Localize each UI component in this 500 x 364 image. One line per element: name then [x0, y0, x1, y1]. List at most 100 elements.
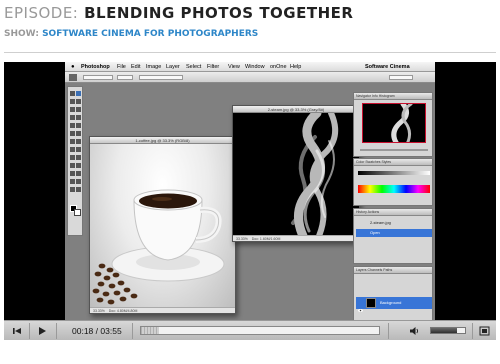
tool-icon [70, 139, 75, 144]
volume-slider[interactable] [430, 327, 466, 334]
menu-layer: Layer [166, 64, 180, 70]
header-divider [4, 52, 496, 53]
tool-icon [76, 115, 81, 120]
time-separator: / [95, 326, 99, 336]
tool-icon [76, 139, 81, 144]
coffee-document-window: 1-coffee.jpg @ 33.3% (RGB/8) 33.33% Doc:… [89, 136, 236, 314]
tool-icon [70, 115, 75, 120]
history-tabs: History Actions [354, 209, 432, 216]
control-divider [472, 323, 473, 339]
history-step-open: Open [356, 229, 432, 237]
video-player[interactable]: ● Photoshop File Edit Image Layer Select… [4, 62, 496, 340]
menu-file: File [117, 64, 126, 70]
layer-background-name: Background [380, 300, 402, 305]
menu-edit: Edit [131, 64, 141, 70]
tool-icon [76, 179, 81, 184]
coffee-doc-info: Doc: 4.80M/4.80M [108, 309, 138, 313]
eye-icon [358, 300, 363, 312]
tool-icon [76, 107, 81, 112]
steam-window-title: 2-steam.jpg @ 33.3% (Gray/8#) [233, 106, 359, 113]
tool-icon [70, 179, 75, 184]
apple-menu-icon: ● [71, 64, 75, 70]
time-readout: 00:18 / 03:55 [72, 326, 122, 336]
tool-icon [76, 99, 81, 104]
control-divider [132, 323, 133, 339]
background-color-swatch [74, 209, 81, 216]
menu-view: View [228, 64, 240, 70]
menu-select: Select [186, 64, 202, 70]
navigator-preview-image [391, 104, 413, 142]
play-icon [39, 327, 46, 335]
transform-controls-option [139, 75, 183, 80]
options-bar [65, 72, 435, 83]
progress-fill [141, 327, 160, 334]
menu-help: Help [290, 64, 302, 70]
mac-menubar: ● Photoshop File Edit Image Layer Select… [65, 62, 435, 72]
color-spectrum [358, 185, 430, 193]
time-total: 03:55 [100, 326, 122, 336]
video-frame[interactable]: ● Photoshop File Edit Image Layer Select… [65, 62, 435, 340]
speaker-icon [410, 327, 419, 335]
color-tabs: Color Swatches Styles [354, 159, 432, 166]
show-title-link[interactable]: SOFTWARE CINEMA FOR PHOTOGRAPHERS [42, 29, 258, 39]
auto-select-option [83, 75, 113, 80]
time-current: 00:18 [72, 326, 94, 336]
layer-thumbnail [366, 298, 376, 308]
show-label: SHOW: [4, 29, 39, 39]
coffee-window-title: 1-coffee.jpg @ 33.3% (RGB/8) [90, 137, 235, 144]
tool-icon [76, 91, 81, 96]
menu-image: Image [146, 64, 162, 70]
progress-bar[interactable] [140, 326, 380, 335]
mute-button[interactable] [404, 321, 424, 341]
color-slider-gray [358, 171, 430, 175]
navigator-zoom-slider [360, 149, 428, 151]
tool-icon [76, 131, 81, 136]
steam-status-bar: 33.33% Doc: 1.60M/1.60M [233, 235, 359, 241]
volume-level [431, 328, 457, 333]
coffee-cup-image [92, 189, 225, 305]
tool-icon [70, 99, 75, 104]
menu-onone: onOne [270, 64, 287, 70]
show-line: SHOW: SOFTWARE CINEMA FOR PHOTOGRAPHERS [4, 29, 496, 39]
episode-title: BLENDING PHOTOS TOGETHER [84, 4, 354, 22]
menu-filter: Filter [207, 64, 220, 70]
episode-label: EPISODE: [4, 4, 79, 22]
episode-header: EPISODE: BLENDING PHOTOS TOGETHER SHOW: … [4, 4, 496, 39]
fullscreen-icon [479, 326, 489, 336]
fullscreen-button[interactable] [474, 321, 494, 341]
tool-icon [70, 131, 75, 136]
skip-back-button[interactable] [6, 321, 28, 341]
tool-icon [76, 147, 81, 152]
tools-panel [67, 86, 83, 236]
coffee-status-bar: 33.33% Doc: 4.80M/4.80M [90, 307, 235, 313]
group-dropdown [117, 75, 133, 80]
workspace-dropdown [389, 75, 413, 80]
layers-tabs: Layers Channels Paths [354, 267, 432, 274]
steam-photo [233, 113, 359, 236]
coffee-zoom: 33.33% [93, 309, 105, 313]
control-divider [388, 323, 389, 339]
move-tool-icon [69, 74, 77, 81]
menubar-right-label: Software Cinema [365, 64, 410, 70]
navigator-thumbnail [362, 103, 426, 143]
steam-doc-info: Doc: 1.60M/1.60M [251, 237, 281, 241]
control-divider [29, 323, 30, 339]
skip-back-icon [13, 328, 21, 334]
tool-icon [70, 123, 75, 128]
menu-window: Window [245, 64, 265, 70]
tool-icon [70, 171, 75, 176]
control-divider [56, 323, 57, 339]
player-controls: 00:18 / 03:55 [4, 320, 496, 340]
history-snapshot: 2-steam.jpg [370, 220, 391, 225]
tool-icon [76, 187, 81, 192]
tool-icon [76, 123, 81, 128]
tool-icon [70, 163, 75, 168]
navigator-tabs: Navigator Info Histogram [354, 93, 432, 100]
tool-icon [70, 107, 75, 112]
tool-icon [76, 155, 81, 160]
tool-icon [76, 163, 81, 168]
play-button[interactable] [31, 321, 53, 341]
tool-icon [70, 91, 75, 96]
color-panel: Color Swatches Styles [353, 158, 433, 206]
steam-document-window: 2-steam.jpg @ 33.3% (Gray/8#) 33.33% Doc… [232, 105, 360, 242]
